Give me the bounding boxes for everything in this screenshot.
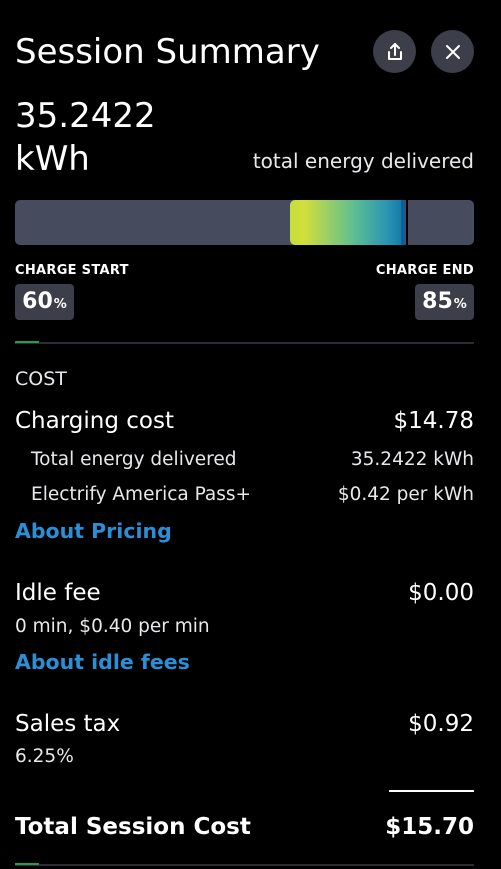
- share-icon: [387, 42, 402, 60]
- page-title: Session Summary: [15, 32, 320, 72]
- total-energy-value: 35.2422 kWh: [350, 449, 474, 470]
- plan-label: Electrify America Pass+: [31, 484, 252, 505]
- close-icon: [445, 44, 460, 59]
- plan-rate: $0.42 per kWh: [337, 484, 474, 505]
- charge-start-value: 60: [22, 289, 53, 314]
- divider-accent: [15, 341, 39, 343]
- charging-cost-label: Charging cost: [15, 408, 174, 434]
- about-idle-fees-link[interactable]: About idle fees: [15, 649, 190, 675]
- charge-progress-divider: [406, 200, 408, 245]
- total-session-cost-label: Total Session Cost: [15, 814, 251, 840]
- idle-fee-label: Idle fee: [15, 580, 101, 606]
- idle-fee-value: $0.00: [408, 580, 474, 606]
- charge-progress-end-marker: [401, 200, 405, 245]
- charge-end-value: 85: [422, 289, 453, 314]
- energy-unit: kWh: [15, 139, 90, 179]
- percent-sign: %: [53, 297, 67, 312]
- section-divider: [15, 342, 474, 344]
- cost-section-label: COST: [15, 368, 67, 390]
- about-pricing-link[interactable]: About Pricing: [15, 518, 172, 544]
- idle-fee-detail: 0 min, $0.40 per min: [15, 616, 210, 637]
- total-underline: [389, 790, 474, 792]
- charge-start-badge: 60%: [15, 284, 74, 320]
- share-button[interactable]: [373, 30, 416, 73]
- total-energy-label: Total energy delivered: [31, 449, 237, 470]
- charge-end-label: CHARGE END: [375, 263, 474, 278]
- charge-start-label: CHARGE START: [15, 263, 129, 278]
- percent-sign: %: [453, 297, 467, 312]
- sales-tax-rate: 6.25%: [15, 746, 74, 767]
- sales-tax-label: Sales tax: [15, 711, 121, 737]
- close-button[interactable]: [431, 30, 474, 73]
- bottom-divider: [15, 864, 474, 866]
- charge-progress-fill: [290, 200, 405, 245]
- bottom-divider-accent: [15, 863, 39, 865]
- charging-cost-value: $14.78: [393, 408, 474, 434]
- charge-end-badge: 85%: [415, 284, 474, 320]
- sales-tax-value: $0.92: [408, 711, 474, 737]
- charge-progress-bar: [15, 200, 474, 245]
- energy-caption: total energy delivered: [252, 149, 474, 173]
- energy-value: 35.2422: [15, 96, 156, 136]
- total-session-cost-value: $15.70: [385, 814, 474, 840]
